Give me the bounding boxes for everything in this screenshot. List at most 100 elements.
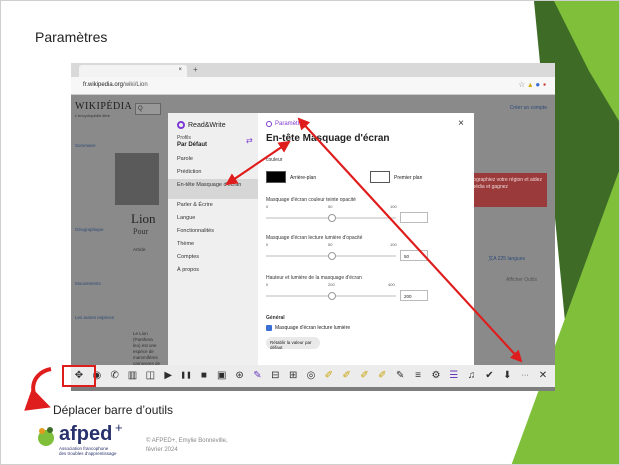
foreground-label: Premier plan [394, 175, 423, 181]
collect-highlights-icon[interactable]: ✎ [394, 369, 406, 382]
menu-item-language[interactable]: Langue [168, 212, 258, 225]
slider2-tick-max: 100 [390, 242, 397, 247]
highlight-green-icon[interactable]: ✐ [359, 369, 371, 382]
settings-icon[interactable]: ⚙ [430, 369, 442, 382]
wiki-logo[interactable]: WIKIPÉDIA [75, 101, 132, 112]
menu-item-about[interactable]: À propos [168, 264, 258, 277]
profile-label: Profils [177, 135, 191, 141]
slide: Paramètres × + fr.wikipedia.org/wiki/Lio… [0, 0, 620, 465]
rw-logo-icon [177, 121, 185, 129]
slider1-knob[interactable] [328, 214, 336, 222]
highlight-yellow-icon[interactable]: ✐ [341, 369, 353, 382]
settings-breadcrumb[interactable]: Paramètres [266, 121, 306, 127]
slider1-label: Masquage d'écran couleur teinte opacité [266, 197, 356, 203]
slider3-label: Hauteur et lumière de la masquage d'écra… [266, 275, 362, 281]
highlight-box-move [62, 365, 96, 387]
menu-item-parole[interactable]: Parole [168, 153, 258, 166]
url-text: fr.wikipedia.org/wiki/Lion [83, 82, 148, 88]
rw-toolbar: ✥ ◉ ✆ ▥ ◫ ▶ ❚❚ ■ ▣ ⊛ ✎ ⊟ ⊞ ◎ ✐ ✐ ✐ ✐ ✎ ≡ ⚙ ☰ ♫ ✔ ⬇ ··· ✕ [71, 365, 555, 387]
tab-close-icon[interactable]: × [178, 67, 182, 73]
slider1-tick-mid: 50 [328, 204, 333, 209]
slider3-tick-max: 400 [388, 282, 395, 287]
slider1-value[interactable] [400, 212, 428, 223]
afped-sub-line2: des troubles d’apprentissage [59, 451, 117, 456]
dictionary-icon[interactable]: ⊟ [269, 369, 281, 382]
wiki-left-link-1[interactable]: Sommaire [75, 143, 96, 148]
general-label: Général [266, 315, 285, 321]
address-bar[interactable]: fr.wikipedia.org/wiki/Lion ☆▴●▪ [71, 77, 555, 95]
play-icon[interactable]: ▶ [162, 369, 174, 382]
rw-settings-panel: Paramètres × En-tête Masquage d'écran co… [258, 113, 474, 365]
simplify-icon[interactable]: ≡ [412, 369, 424, 382]
menu-item-speak-write[interactable]: Parler & Écrire [168, 199, 258, 212]
slider2-knob[interactable] [328, 252, 336, 260]
browser-tab[interactable]: × [79, 65, 187, 77]
reset-default-button[interactable]: Rétablir la valeur par défaut [266, 337, 320, 350]
profile-select[interactable]: Par Défaut [177, 142, 207, 148]
vocab-icon[interactable]: ☰ [448, 369, 460, 382]
wiki-languages[interactable]: 文A 225 langues [488, 255, 525, 262]
close-icon[interactable]: × [458, 118, 464, 129]
lecture-checkbox[interactable] [266, 325, 272, 331]
background-color-swatch[interactable] [266, 171, 286, 183]
panel-title: En-tête Masquage d'écran [266, 133, 390, 144]
credit: © AFPED+, Emylie Bonneville, février 202… [146, 437, 228, 455]
screenshot-icon[interactable]: ◫ [144, 369, 156, 382]
swap-profile-icon[interactable]: ⇄ [246, 136, 253, 145]
wiki-left-link-4[interactable]: Les autres espèces [75, 315, 114, 320]
wiki-account-link[interactable]: Créer un compte [510, 105, 547, 111]
foreground-color-swatch[interactable] [370, 171, 390, 183]
more-icon[interactable]: ··· [519, 369, 531, 382]
caption: Déplacer barre d’outils [53, 403, 174, 417]
wiki-search-box[interactable]: Q [135, 103, 161, 115]
screen-mask-icon[interactable]: ▣ [216, 369, 228, 382]
credit-line2: février 2024 [146, 447, 178, 453]
menu-item-theme[interactable]: Thème [168, 238, 258, 251]
menu-item-features[interactable]: Fonctionnalités [168, 225, 258, 238]
color-label: couleur [266, 157, 283, 163]
menu-item-screen-mask[interactable]: En-tête Masquage d'écran [168, 179, 258, 199]
extension-icons: ☆▴●▪ [518, 80, 549, 89]
voice-note-icon[interactable]: ♫ [466, 369, 478, 382]
stop-icon[interactable]: ■ [198, 369, 210, 382]
wiki-subtitle: L'encyclopédie libre [75, 113, 111, 118]
highlight-pink-icon[interactable]: ✐ [376, 369, 388, 382]
rw-extension-icon[interactable]: ● [535, 80, 543, 89]
slider2-label: Masquage d'écran lecture lumière d'opaci… [266, 235, 363, 241]
wiki-left-link-3[interactable]: Mouvements [75, 281, 101, 286]
slider1-tick-max: 100 [390, 204, 397, 209]
url-path: /wiki/Lion [123, 82, 148, 88]
new-tab-icon[interactable]: + [193, 65, 198, 74]
wiki-tools[interactable]: Afficher Outils [506, 277, 537, 283]
browser-screenshot: × + fr.wikipedia.org/wiki/Lion ☆▴●▪ WIKI… [71, 63, 555, 391]
slider3-knob[interactable] [328, 292, 336, 300]
close-icon[interactable]: ✕ [537, 369, 549, 382]
pause-icon[interactable]: ❚❚ [180, 369, 192, 382]
rw-settings-sidebar: Read&Write Profils Par Défaut ⇄ Parole P… [168, 113, 258, 365]
speak-icon[interactable]: ✆ [109, 369, 121, 382]
menu-icon[interactable]: ▪ [543, 80, 549, 89]
highlight-cyan-icon[interactable]: ✐ [323, 369, 335, 382]
slider2-track[interactable] [266, 252, 396, 260]
translate-icon[interactable]: ⊛ [234, 369, 246, 382]
slider3-tick-min: 0 [266, 282, 269, 287]
settings-gear-icon [266, 121, 272, 127]
star-icon[interactable]: ☆ [518, 80, 528, 89]
slider3-track[interactable] [266, 292, 396, 300]
wiki-left-link-2[interactable]: Géographique [75, 227, 104, 232]
book-icon[interactable]: ▥ [127, 369, 139, 382]
slider3-value[interactable]: 200 [400, 290, 428, 301]
rw-logo-text: Read&Write [188, 121, 226, 129]
check-it-icon[interactable]: ✔ [483, 369, 495, 382]
save-icon[interactable]: ⬇ [501, 369, 513, 382]
slider1-track[interactable] [266, 214, 396, 222]
prediction-icon[interactable]: ✎ [251, 369, 263, 382]
menu-item-accounts[interactable]: Comptes [168, 251, 258, 264]
picture-dictionary-icon[interactable]: ⊞ [287, 369, 299, 382]
slide-title: Paramètres [35, 29, 108, 45]
slider2-value[interactable]: 50 [400, 250, 428, 261]
wiki-nav-article[interactable]: Article [133, 247, 146, 253]
rw-logo: Read&Write [177, 121, 226, 129]
menu-item-prediction[interactable]: Prédiction [168, 166, 258, 179]
audio-maker-icon[interactable]: ◎ [305, 369, 317, 382]
